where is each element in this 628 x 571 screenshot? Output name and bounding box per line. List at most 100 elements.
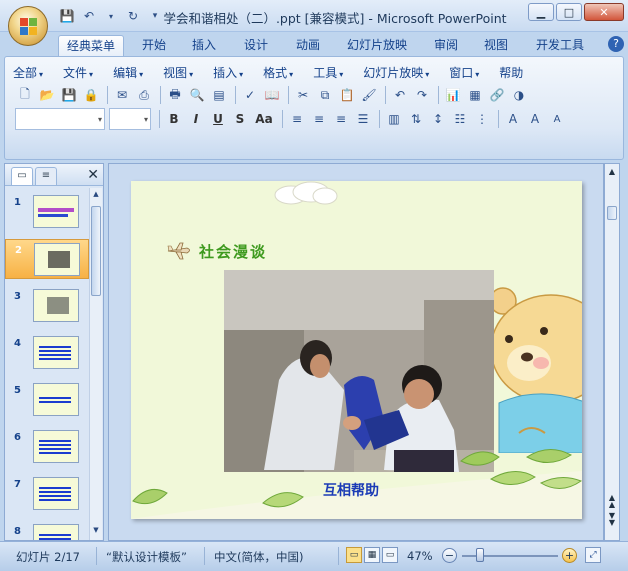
text-direction-icon[interactable]: ⇅: [406, 109, 426, 129]
copy-icon[interactable]: ⧉: [315, 85, 335, 105]
fit-to-window-icon[interactable]: ⤢: [585, 547, 601, 563]
menu-slideshow[interactable]: 幻灯片放映 ▾: [363, 64, 429, 80]
minimize-button[interactable]: ▁: [528, 3, 554, 21]
tab-slides[interactable]: ▭: [11, 167, 33, 185]
bullets-icon[interactable]: ☷: [450, 109, 470, 129]
align-center-icon[interactable]: ≡: [309, 109, 329, 129]
print-preview-icon[interactable]: 🔍: [187, 85, 207, 105]
open-folder-icon[interactable]: 📂: [37, 85, 57, 105]
bold-button[interactable]: B: [164, 109, 184, 129]
zoom-in-button[interactable]: +: [562, 548, 577, 563]
tab-slideshow[interactable]: 幻灯片放映: [343, 35, 411, 56]
research-icon[interactable]: 📖: [262, 85, 282, 105]
menu-insert[interactable]: 插入 ▾: [213, 64, 243, 80]
font-size-combo[interactable]: ▾: [109, 108, 151, 130]
scroll-up-icon[interactable]: ▲: [91, 190, 101, 202]
normal-view-icon[interactable]: ▭: [346, 547, 362, 563]
numbering-icon[interactable]: ⋮: [472, 109, 492, 129]
align-left-icon[interactable]: ≡: [287, 109, 307, 129]
maximize-button[interactable]: □: [556, 3, 582, 21]
zoom-level[interactable]: 47%: [407, 549, 433, 563]
menu-edit[interactable]: 编辑 ▾: [113, 64, 143, 80]
menu-format[interactable]: 格式 ▾: [263, 64, 293, 80]
redo-icon[interactable]: ↻: [124, 7, 142, 25]
tab-home[interactable]: 开始: [138, 35, 170, 56]
slide-heading[interactable]: 社会漫谈: [167, 239, 267, 263]
tab-review[interactable]: 审阅: [430, 35, 462, 56]
undo-icon[interactable]: ↶: [390, 85, 410, 105]
scrollbar-thumb[interactable]: [607, 206, 617, 220]
slide-caption[interactable]: 互相帮助: [323, 480, 379, 500]
office-button[interactable]: [8, 6, 48, 46]
scroll-up-icon[interactable]: ▲: [606, 168, 618, 176]
slide-thumbnail[interactable]: 7: [5, 474, 89, 514]
chart-icon[interactable]: 📊: [443, 85, 463, 105]
menu-window[interactable]: 窗口 ▾: [449, 64, 479, 80]
tab-animation[interactable]: 动画: [292, 35, 324, 56]
slide-thumbnail[interactable]: 3: [5, 286, 89, 326]
slide-canvas[interactable]: 社会漫谈 互相帮助: [131, 181, 582, 519]
shadow-button[interactable]: S: [230, 109, 250, 129]
table-icon[interactable]: ▦: [465, 85, 485, 105]
menu-file[interactable]: 文件 ▾: [63, 64, 93, 80]
scroll-down-icon[interactable]: ▼: [91, 526, 101, 538]
pdf-icon[interactable]: ⎙: [134, 85, 154, 105]
paste-icon[interactable]: 📋: [337, 85, 357, 105]
scrollbar-thumb[interactable]: [91, 206, 101, 296]
tab-view[interactable]: 视图: [480, 35, 512, 56]
slide-thumbnail[interactable]: 8: [5, 521, 89, 540]
slide-scrollbar[interactable]: ▲ ▲ ▲ ▼ ▼: [604, 163, 620, 541]
color-grayscale-icon[interactable]: ◑: [509, 85, 529, 105]
email-icon[interactable]: ✉: [112, 85, 132, 105]
redo-icon[interactable]: ↷: [412, 85, 432, 105]
menu-view[interactable]: 视图 ▾: [163, 64, 193, 80]
slide-number: 7: [14, 479, 21, 490]
justify-icon[interactable]: ☰: [353, 109, 373, 129]
font-color-icon[interactable]: A: [503, 109, 523, 129]
slide-thumbnail[interactable]: 6: [5, 427, 89, 467]
close-pane-icon[interactable]: ✕: [87, 167, 99, 183]
menu-help[interactable]: 帮助: [499, 64, 523, 80]
tab-design[interactable]: 设计: [240, 35, 272, 56]
save-icon[interactable]: 💾: [59, 85, 79, 105]
menu-all[interactable]: 全部 ▾: [13, 64, 43, 80]
increase-font-icon[interactable]: A: [525, 109, 545, 129]
save-icon[interactable]: 💾: [58, 7, 76, 25]
tab-insert[interactable]: 插入: [188, 35, 220, 56]
slide-thumbnail-selected[interactable]: 2: [5, 239, 89, 279]
dropdown-icon[interactable]: ▾: [102, 7, 120, 25]
slide-sorter-view-icon[interactable]: ▦: [364, 547, 380, 563]
slide-layout-icon[interactable]: ▤: [209, 85, 229, 105]
underline-button[interactable]: U: [208, 109, 228, 129]
tab-classic-menu[interactable]: 经典菜单: [58, 35, 124, 56]
decrease-font-icon[interactable]: A: [547, 109, 567, 129]
cut-icon[interactable]: ✂: [293, 85, 313, 105]
format-painter-icon[interactable]: 🖌: [359, 85, 379, 105]
next-slide-icon[interactable]: ▼ ▼: [606, 512, 618, 527]
line-spacing-icon[interactable]: ↕: [428, 109, 448, 129]
help-icon[interactable]: ?: [608, 36, 624, 52]
slide-thumbnail[interactable]: 4: [5, 333, 89, 373]
permission-icon[interactable]: 🔒: [81, 85, 101, 105]
close-button[interactable]: ✕: [584, 3, 624, 21]
print-icon[interactable]: 🖶: [165, 85, 185, 105]
slide-thumbnail[interactable]: 5: [5, 380, 89, 420]
hyperlink-icon[interactable]: 🔗: [487, 85, 507, 105]
thumbnail-scrollbar[interactable]: ▲ ▼: [89, 188, 102, 540]
menu-tools[interactable]: 工具 ▾: [313, 64, 343, 80]
previous-slide-icon[interactable]: ▲ ▲: [606, 494, 618, 509]
zoom-out-button[interactable]: −: [442, 548, 457, 563]
spelling-icon[interactable]: ✓: [240, 85, 260, 105]
change-case-button[interactable]: Aa: [252, 109, 276, 129]
tab-developer[interactable]: 开发工具: [532, 35, 588, 56]
columns-icon[interactable]: ▥: [384, 109, 404, 129]
italic-button[interactable]: I: [186, 109, 206, 129]
slideshow-view-icon[interactable]: ▭: [382, 547, 398, 563]
slide-thumbnail[interactable]: 1: [5, 192, 89, 232]
font-name-combo[interactable]: ▾: [15, 108, 105, 130]
tab-outline[interactable]: ≡: [35, 167, 57, 185]
undo-icon[interactable]: ↶: [80, 7, 98, 25]
align-right-icon[interactable]: ≡: [331, 109, 351, 129]
zoom-slider-handle[interactable]: [476, 548, 484, 562]
new-document-icon[interactable]: 🗋: [15, 85, 35, 105]
